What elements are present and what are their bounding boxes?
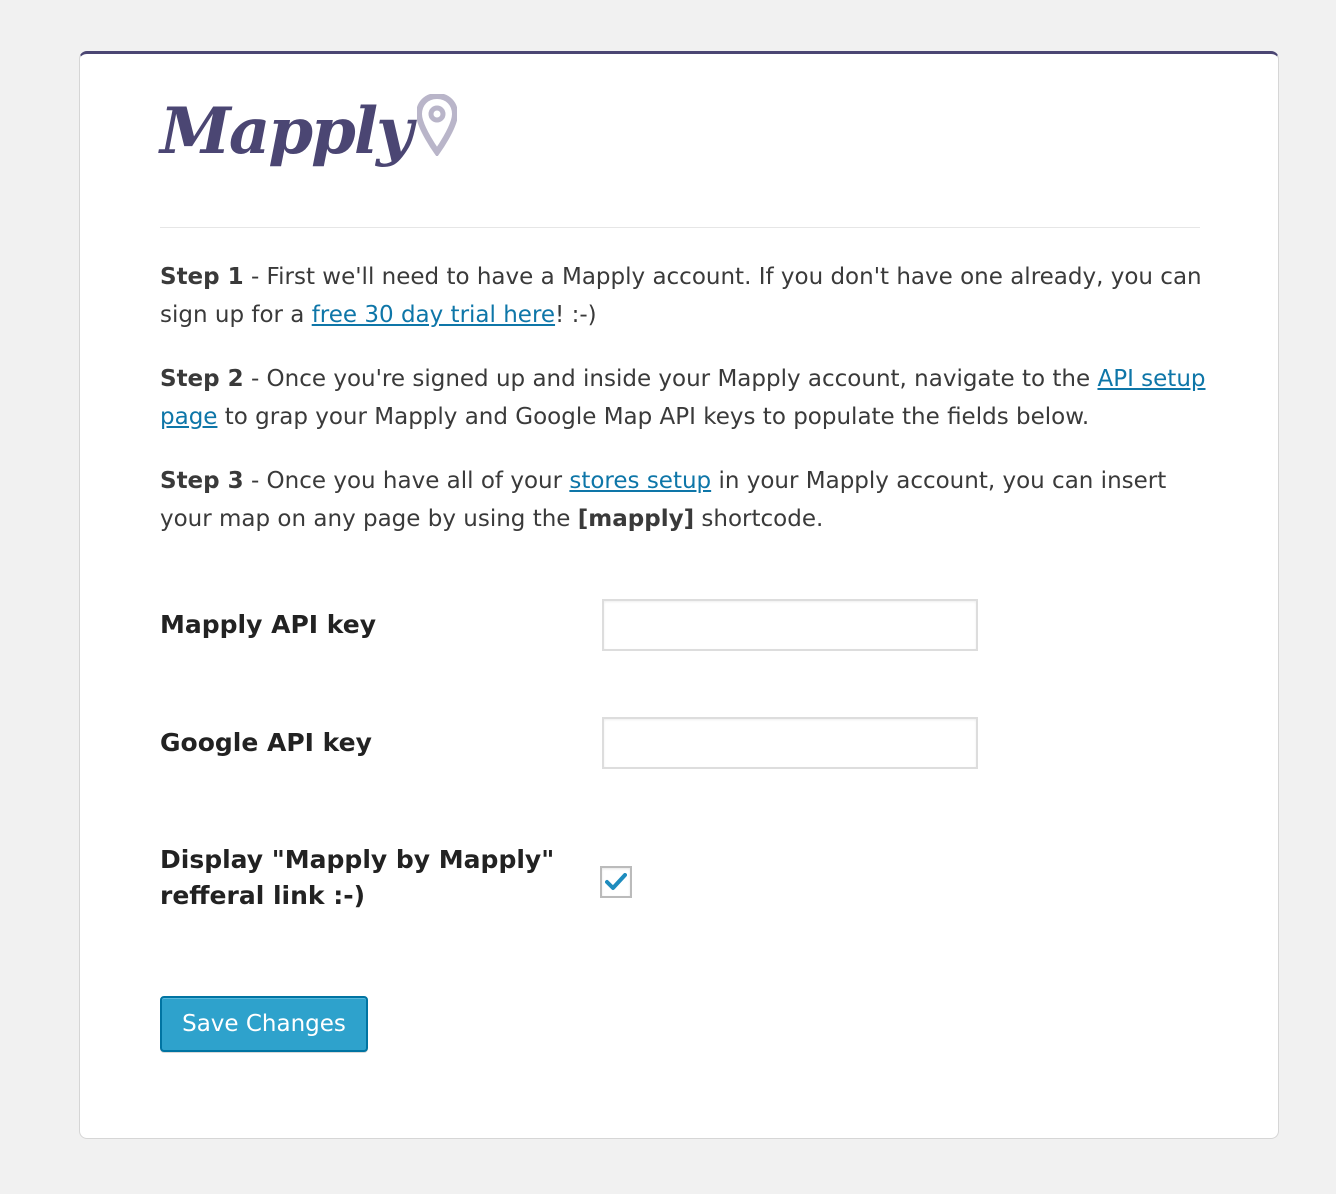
step-1: Step 1 - First we'll need to have a Mapp… — [160, 258, 1210, 334]
save-changes-button[interactable]: Save Changes — [160, 996, 368, 1052]
stores-setup-link[interactable]: stores setup — [569, 468, 711, 494]
map-pin-icon — [416, 92, 459, 160]
google-api-key-input[interactable] — [602, 717, 978, 769]
step-1-text-end: ! :-) — [555, 302, 597, 328]
mapply-api-key-label: Mapply API key — [160, 610, 376, 639]
shortcode: [mapply] — [577, 506, 695, 532]
step-1-label: Step 1 — [160, 264, 244, 290]
step-3-text-end: shortcode. — [694, 506, 824, 532]
step-2-text-end: to grap your Mapply and Google Map API k… — [217, 404, 1090, 430]
checkmark-icon — [605, 873, 627, 890]
step-2-label: Step 2 — [160, 366, 244, 392]
setup-steps: Step 1 - First we'll need to have a Mapp… — [160, 258, 1210, 564]
step-3-text: - Once you have all of your — [243, 468, 570, 494]
step-2: Step 2 - Once you're signed up and insid… — [160, 360, 1210, 436]
referral-link-label: Display "Mapply by Mapply" refferal link… — [160, 842, 554, 914]
referral-link-checkbox[interactable] — [600, 866, 632, 898]
free-trial-link[interactable]: free 30 day trial here — [312, 302, 555, 328]
settings-panel: Mapply Step 1 - First we'll need to have… — [79, 51, 1279, 1139]
step-3-label: Step 3 — [160, 468, 244, 494]
referral-link-label-line-2: refferal link :-) — [160, 881, 366, 910]
step-2-text: - Once you're signed up and inside your … — [243, 366, 1098, 392]
mapply-logo: Mapply — [160, 92, 459, 169]
logo-text: Mapply — [160, 94, 413, 169]
referral-link-label-line-1: Display "Mapply by Mapply" — [160, 845, 555, 874]
step-3: Step 3 - Once you have all of your store… — [160, 462, 1210, 538]
google-api-key-label: Google API key — [160, 728, 372, 757]
header-divider — [160, 227, 1200, 228]
mapply-api-key-input[interactable] — [602, 599, 978, 651]
